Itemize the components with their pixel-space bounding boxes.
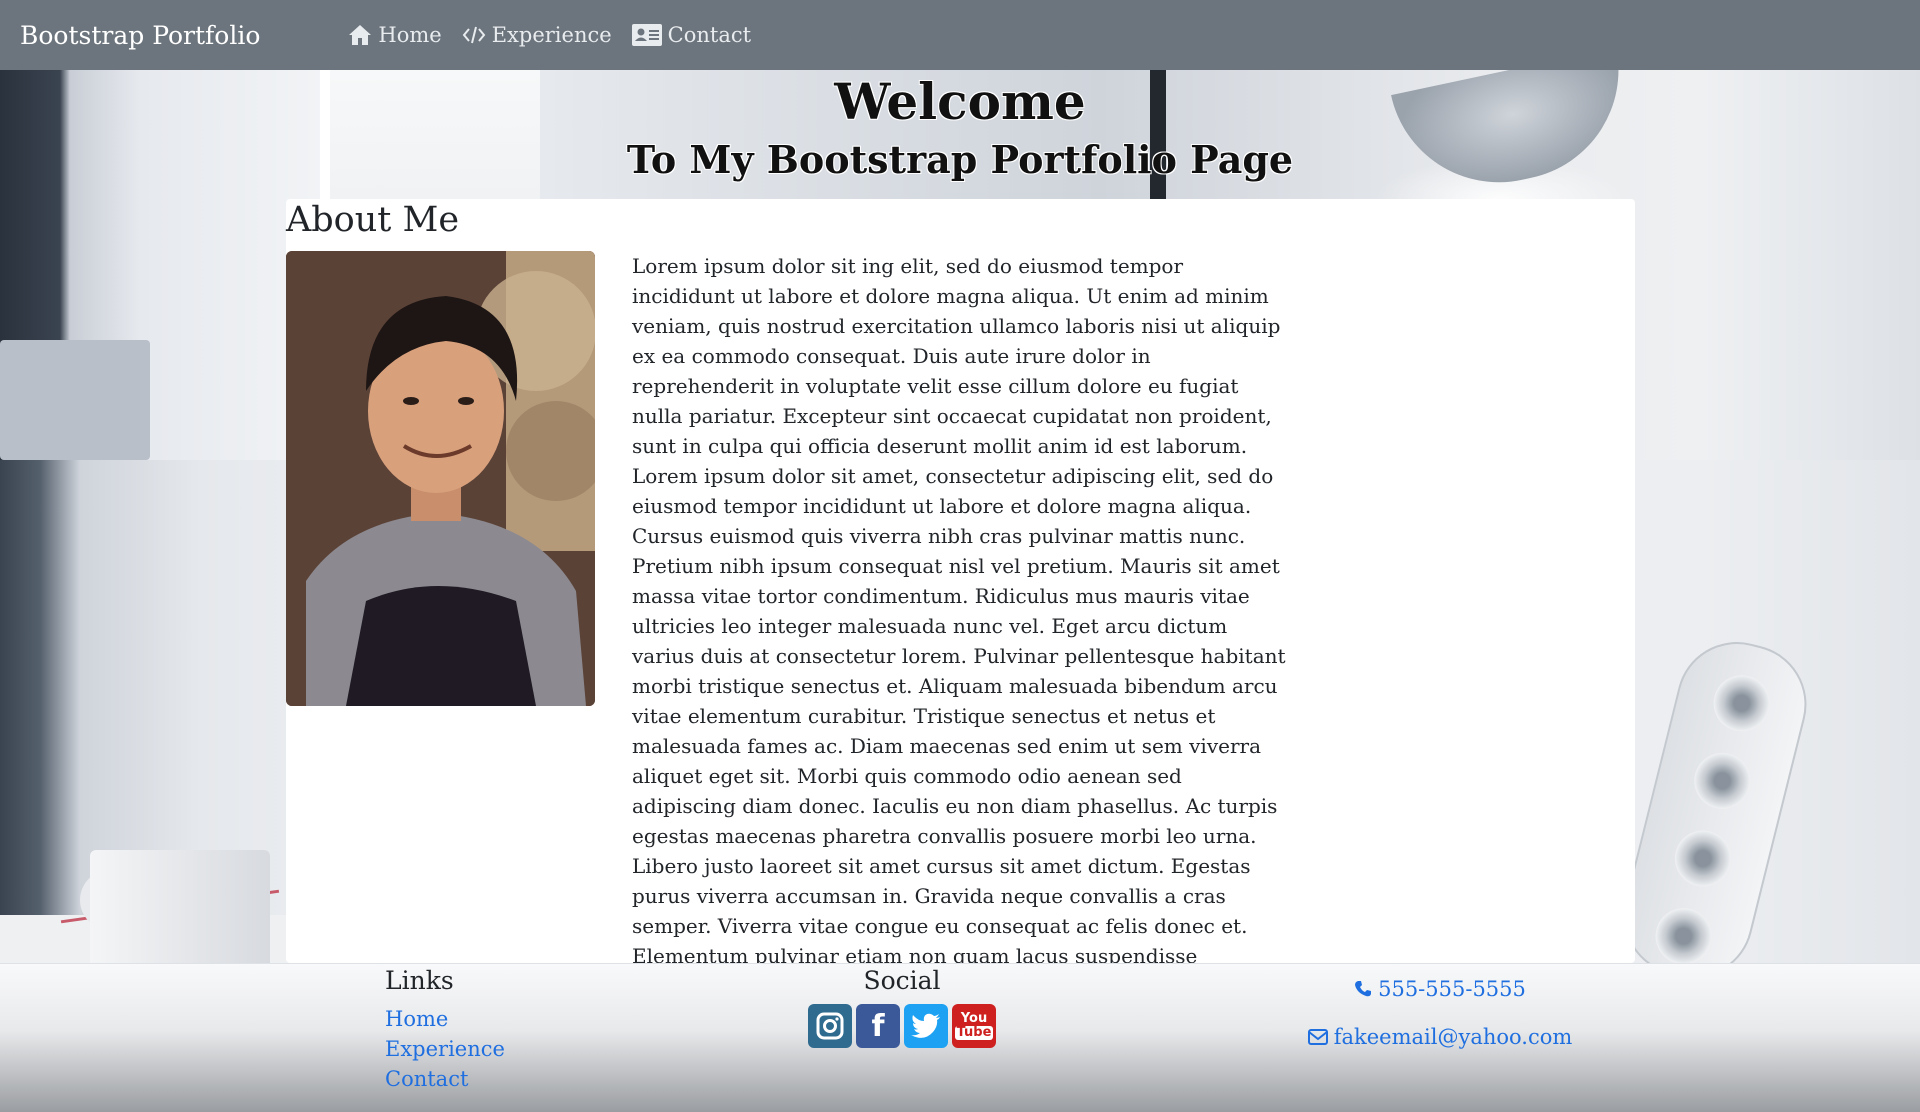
footer-social: Social f You Tube [807, 966, 997, 1048]
email-link[interactable]: fakeemail@yahoo.com [1300, 1022, 1580, 1052]
twitter-icon[interactable] [904, 1004, 948, 1048]
footer-link-experience[interactable]: Experience [385, 1034, 505, 1064]
email-address: fakeemail@yahoo.com [1333, 1025, 1573, 1049]
footer-link-home[interactable]: Home [385, 1004, 505, 1034]
navbar-brand[interactable]: Bootstrap Portfolio [20, 21, 260, 50]
address-card-icon [631, 24, 662, 46]
footer-contact: 555-555-5555 fakeemail@yahoo.com [1300, 974, 1580, 1052]
about-heading: About Me [286, 200, 460, 240]
nav-link-home[interactable]: Home [348, 23, 442, 47]
home-icon [349, 25, 372, 45]
nav-link-experience[interactable]: Experience [462, 23, 612, 47]
background-monitor [0, 340, 150, 460]
footer-social-heading: Social [863, 966, 941, 995]
footer-link-contact[interactable]: Contact [385, 1064, 505, 1094]
phone-link[interactable]: 555-555-5555 [1300, 974, 1580, 1004]
navbar: Bootstrap Portfolio Home Experience Cont… [0, 0, 1920, 70]
nav-link-experience-label: Experience [491, 23, 612, 47]
hero-subtitle: To My Bootstrap Portfolio Page [626, 137, 1294, 182]
envelope-icon [1307, 1029, 1328, 1045]
instagram-icon[interactable] [808, 1004, 852, 1048]
hero-title: Welcome [834, 72, 1086, 131]
nav-link-contact[interactable]: Contact [631, 23, 752, 47]
nav-link-contact-label: Contact [667, 23, 752, 47]
footer: Links Home Experience Contact Social f Y… [0, 963, 1920, 1112]
footer-links-heading: Links [385, 966, 454, 995]
phone-icon [1355, 981, 1372, 997]
about-text: Lorem ipsum dolor sit ing elit, sed do e… [632, 254, 1286, 1028]
nav-link-home-label: Home [378, 23, 442, 47]
hero: Welcome To My Bootstrap Portfolio Page [0, 72, 1920, 188]
footer-links: Links Home Experience Contact [385, 966, 505, 1094]
code-icon [462, 26, 486, 44]
facebook-icon[interactable]: f [856, 1004, 900, 1048]
youtube-icon[interactable]: You Tube [952, 1004, 996, 1048]
portrait-photo [286, 251, 595, 706]
about-card: About Me Lorem ipsum dolor sit ing elit,… [286, 199, 1635, 1028]
background-mug [90, 850, 270, 963]
social-icons: f You Tube [807, 1004, 997, 1048]
phone-number: 555-555-5555 [1378, 977, 1526, 1001]
